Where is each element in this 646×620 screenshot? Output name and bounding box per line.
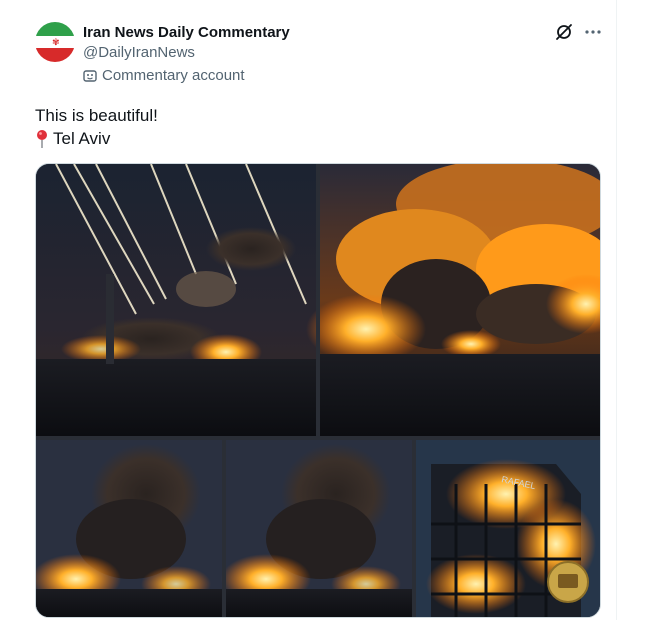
author-handle[interactable]: @DailyIranNews [83, 44, 195, 61]
panel-smoke-1 [36, 440, 222, 617]
location-text: Tel Aviv [53, 129, 111, 148]
account-label-text: Commentary account [102, 67, 245, 84]
post: ✾ Iran News Daily Commentary @DailyIranN… [17, 0, 617, 620]
panel-building: RAFAEL [416, 440, 600, 617]
account-label[interactable]: Commentary account [83, 67, 245, 84]
panel-smoke-2 [221, 440, 412, 617]
panel-fireball [306, 164, 600, 436]
round-pushpin-icon [37, 130, 47, 148]
panel-missiles [36, 164, 316, 436]
post-text: This is beautiful! [35, 106, 158, 125]
commentary-badge-icon [83, 69, 97, 82]
post-image[interactable]: RAFAEL [35, 163, 601, 618]
post-location: Tel Aviv [35, 129, 110, 149]
more-icon[interactable] [583, 22, 603, 42]
avatar[interactable]: ✾ [35, 22, 75, 62]
grok-icon[interactable] [554, 22, 574, 42]
author-name[interactable]: Iran News Daily Commentary [83, 24, 290, 41]
